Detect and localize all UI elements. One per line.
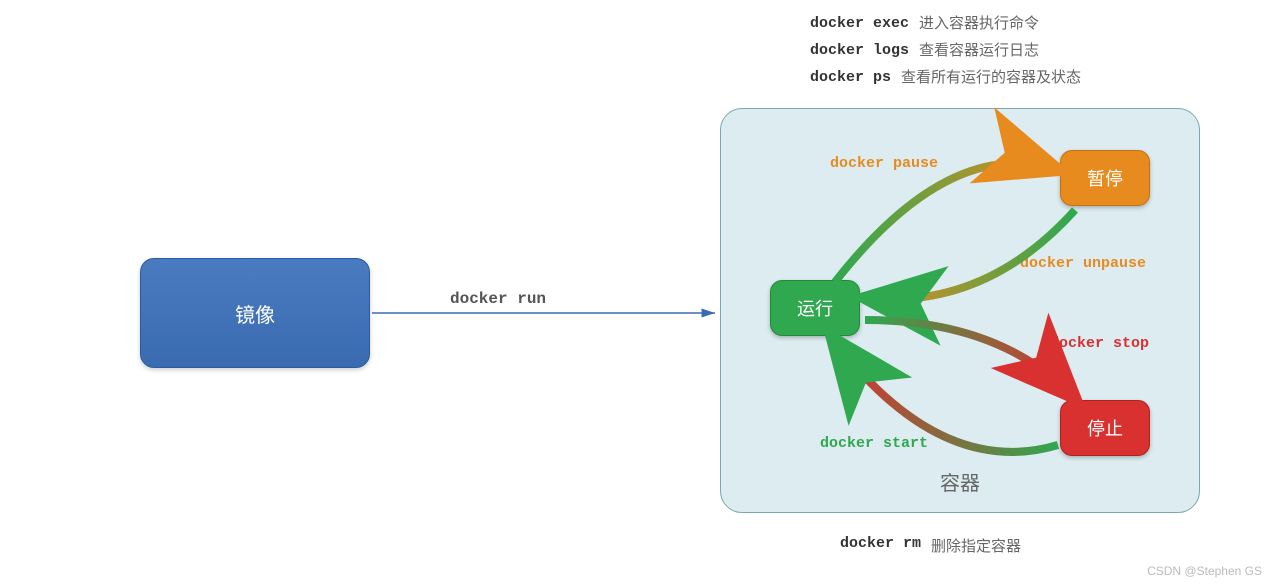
cmd-row: docker ps 查看所有运行的容器及状态 — [810, 64, 1081, 91]
watermark: CSDN @Stephen GS — [1147, 564, 1262, 578]
cmd-text: docker ps — [810, 64, 891, 91]
run-command-label: docker run — [450, 290, 546, 308]
cmd-desc: 进入容器执行命令 — [919, 10, 1039, 37]
state-label: 运行 — [797, 295, 833, 321]
state-label: 停止 — [1087, 415, 1123, 441]
pause-label: docker pause — [830, 155, 938, 172]
cmd-desc: 删除指定容器 — [931, 535, 1021, 556]
cmd-desc: 查看所有运行的容器及状态 — [901, 64, 1081, 91]
image-label: 镜像 — [235, 299, 275, 328]
container-title: 容器 — [721, 467, 1199, 496]
cmd-row: docker logs 查看容器运行日志 — [810, 37, 1081, 64]
cmd-text: docker exec — [810, 10, 909, 37]
paused-state: 暂停 — [1060, 150, 1150, 206]
unpause-label: docker unpause — [1020, 255, 1146, 272]
cmd-text: docker logs — [810, 37, 909, 64]
running-state: 运行 — [770, 280, 860, 336]
cmd-row: docker exec 进入容器执行命令 — [810, 10, 1081, 37]
commands-list: docker exec 进入容器执行命令 docker logs 查看容器运行日… — [810, 10, 1081, 91]
stopped-state: 停止 — [1060, 400, 1150, 456]
image-node: 镜像 — [140, 258, 370, 368]
start-label: docker start — [820, 435, 928, 452]
state-label: 暂停 — [1087, 165, 1123, 191]
rm-command: docker rm 删除指定容器 — [840, 535, 1021, 556]
cmd-text: docker rm — [840, 535, 921, 556]
stop-label: docker stop — [1050, 335, 1149, 352]
cmd-desc: 查看容器运行日志 — [919, 37, 1039, 64]
